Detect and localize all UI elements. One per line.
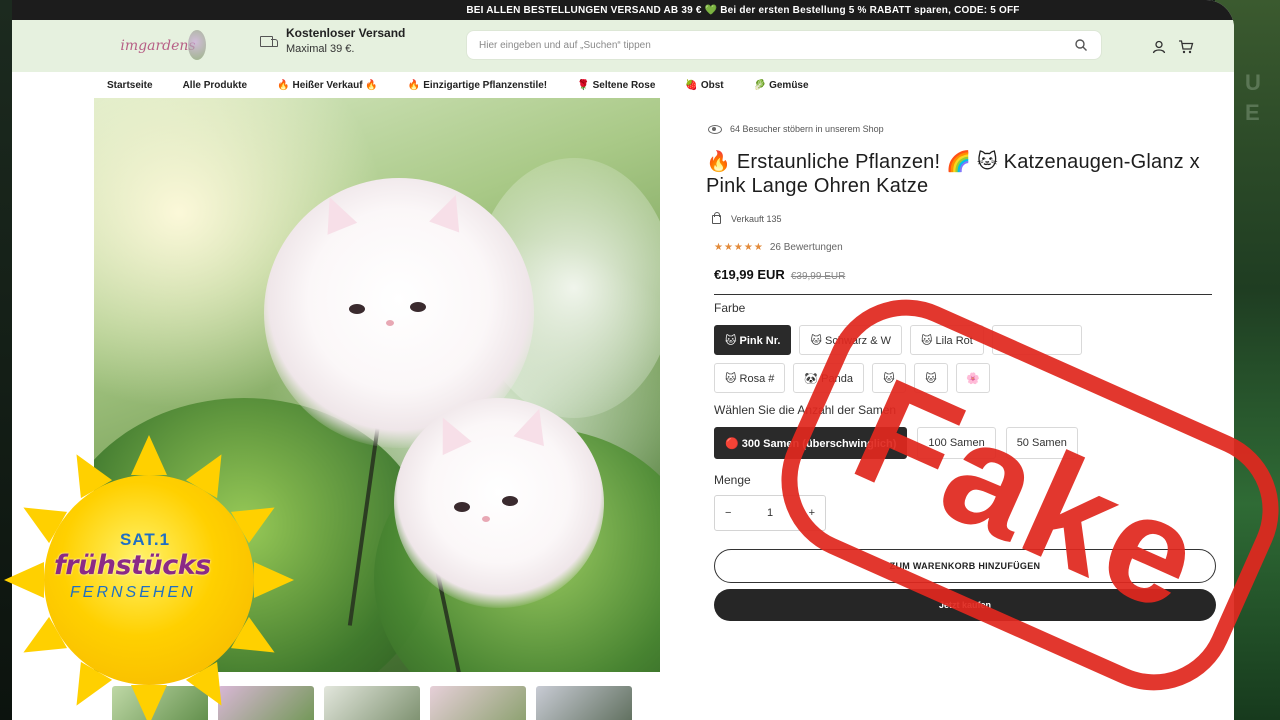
nav-heisser-verkauf[interactable]: 🔥 Heißer Verkauf 🔥 (262, 80, 393, 91)
nav-label: Seltene Rose (592, 79, 656, 91)
fire-icon: 🔥 (277, 79, 290, 91)
cart-icon[interactable] (1178, 40, 1194, 54)
nav-alle-produkte[interactable]: Alle Produkte (168, 80, 262, 91)
site-header: imgardens Kostenloser Versand Maximal 39… (12, 20, 1234, 72)
search-input[interactable] (467, 31, 1101, 59)
old-price: €39,99 EUR (790, 271, 846, 282)
search-icon[interactable] (1075, 39, 1087, 51)
fruit-icon: 🍓 (685, 79, 698, 91)
shopping-bag-icon (712, 211, 721, 224)
nav-pflanzenstile[interactable]: 🔥 Einzigartige Pflanzenstile! (393, 80, 562, 91)
shipping-info: Kostenloser Versand Maximal 39 €. (260, 26, 405, 55)
sat1-fruehstuecksfernsehen-logo: SAT.1 frühstücks FERNSEHEN (0, 420, 300, 720)
shipping-subtitle: Maximal 39 €. (286, 43, 355, 55)
main-nav: Startseite Alle Produkte 🔥 Heißer Verkauf… (12, 72, 1234, 98)
logo-flower-icon (188, 30, 206, 60)
current-price: €19,99 EUR (714, 267, 785, 282)
shop-logo[interactable]: imgardens (110, 26, 206, 66)
price-row: €19,99 EUR €39,99 EUR (714, 267, 1206, 282)
visitor-count: 64 Besucher stöbern in unserem Shop (708, 124, 1206, 134)
nav-label: Gemüse (769, 79, 809, 91)
star-rating-icon: ★★★★★ (714, 242, 764, 253)
nav-obst[interactable]: 🍓 Obst (670, 80, 738, 91)
nav-label: Heißer Verkauf 🔥 (292, 79, 378, 91)
user-icon[interactable] (1152, 40, 1166, 54)
search-box (466, 30, 1102, 60)
nav-label: Einzigartige Pflanzenstile! (423, 79, 548, 91)
rose-icon: 🌹 (577, 79, 590, 91)
thumbnail[interactable] (324, 686, 420, 720)
quantity-value[interactable]: 1 (767, 507, 773, 519)
nav-label: Obst (700, 79, 724, 91)
channel-name: SAT.1 (120, 530, 171, 549)
nav-seltene-rose[interactable]: 🌹 Seltene Rose (562, 80, 670, 91)
color-label: Farbe (714, 301, 746, 315)
color-option-pink[interactable]: 🐱 Pink Nr. (714, 325, 792, 355)
promo-bar: BEI ALLEN BESTELLUNGEN VERSAND AB 39 € 💚… (12, 0, 1234, 20)
show-subtitle: FERNSEHEN (70, 584, 196, 601)
truck-icon (260, 36, 278, 50)
color-option-rosa[interactable]: 🐱 Rosa # (714, 363, 786, 393)
show-name: frühstücks (54, 550, 211, 581)
review-count: 26 Bewertungen (769, 242, 843, 253)
sold-text: Verkauft 135 (731, 214, 782, 224)
shipping-title: Kostenloser Versand (286, 26, 406, 40)
thumbnail[interactable] (430, 686, 526, 720)
cat-flower-small (394, 398, 604, 608)
quantity-minus-button[interactable]: − (725, 507, 731, 519)
nav-gemuese[interactable]: 🥬 Gemüse (739, 80, 824, 91)
nav-startseite[interactable]: Startseite (92, 80, 168, 91)
rating[interactable]: ★★★★★ 26 Bewertungen (714, 242, 1206, 253)
divider (714, 294, 1212, 295)
vegetable-icon: 🥬 (753, 79, 767, 91)
visitor-text: 64 Besucher stöbern in unserem Shop (730, 124, 884, 134)
product-title: 🔥 Erstaunliche Pflanzen! 🌈 🐱 Katzenaugen… (706, 151, 1200, 197)
fire-icon: 🔥 (407, 79, 421, 91)
sold-count: Verkauft 135 (712, 211, 1206, 224)
shop-logo-text: imgardens (120, 38, 196, 54)
thumbnail[interactable] (536, 686, 632, 720)
eye-icon (708, 124, 722, 134)
